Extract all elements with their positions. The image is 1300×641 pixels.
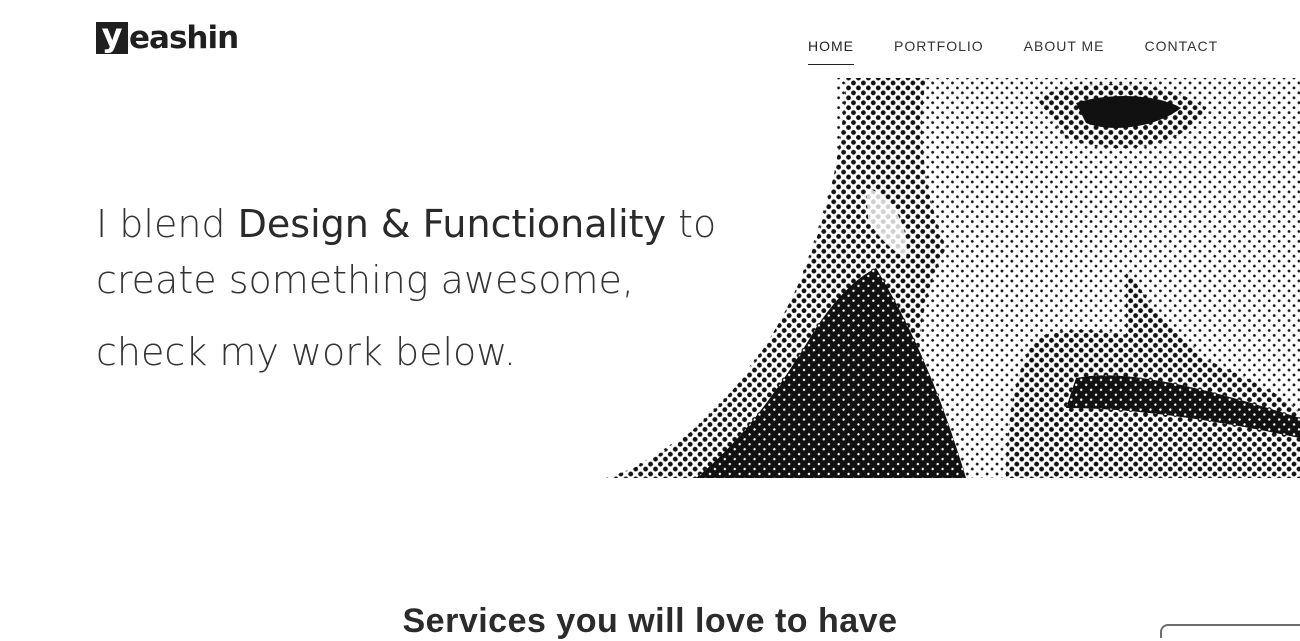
hero-line-1-emphasis: Design & Functionality xyxy=(237,202,667,246)
nav-about-me[interactable]: ABOUT ME xyxy=(1024,38,1105,65)
services-section-title: Services you will love to have xyxy=(402,602,898,641)
hero-line-1: I blend Design & Functionality to xyxy=(96,196,796,252)
nav-home[interactable]: HOME xyxy=(808,38,854,65)
hero-headline: I blend Design & Functionality to create… xyxy=(96,196,796,380)
hero-line-1-suffix: to xyxy=(666,202,717,246)
card-edge xyxy=(1160,624,1300,638)
nav-portfolio[interactable]: PORTFOLIO xyxy=(894,38,984,65)
logo-mark: y xyxy=(96,22,128,54)
hero-line-3: check my work below. xyxy=(96,330,516,374)
main-nav: HOME PORTFOLIO ABOUT ME CONTACT xyxy=(808,38,1218,65)
site-logo[interactable]: y eashin xyxy=(96,16,239,56)
hero-line-1-prefix: I blend xyxy=(96,202,238,246)
nav-contact[interactable]: CONTACT xyxy=(1145,38,1219,65)
hero-line-2: create something awesome, xyxy=(96,258,634,302)
logo-wordmark: eashin xyxy=(129,20,239,56)
